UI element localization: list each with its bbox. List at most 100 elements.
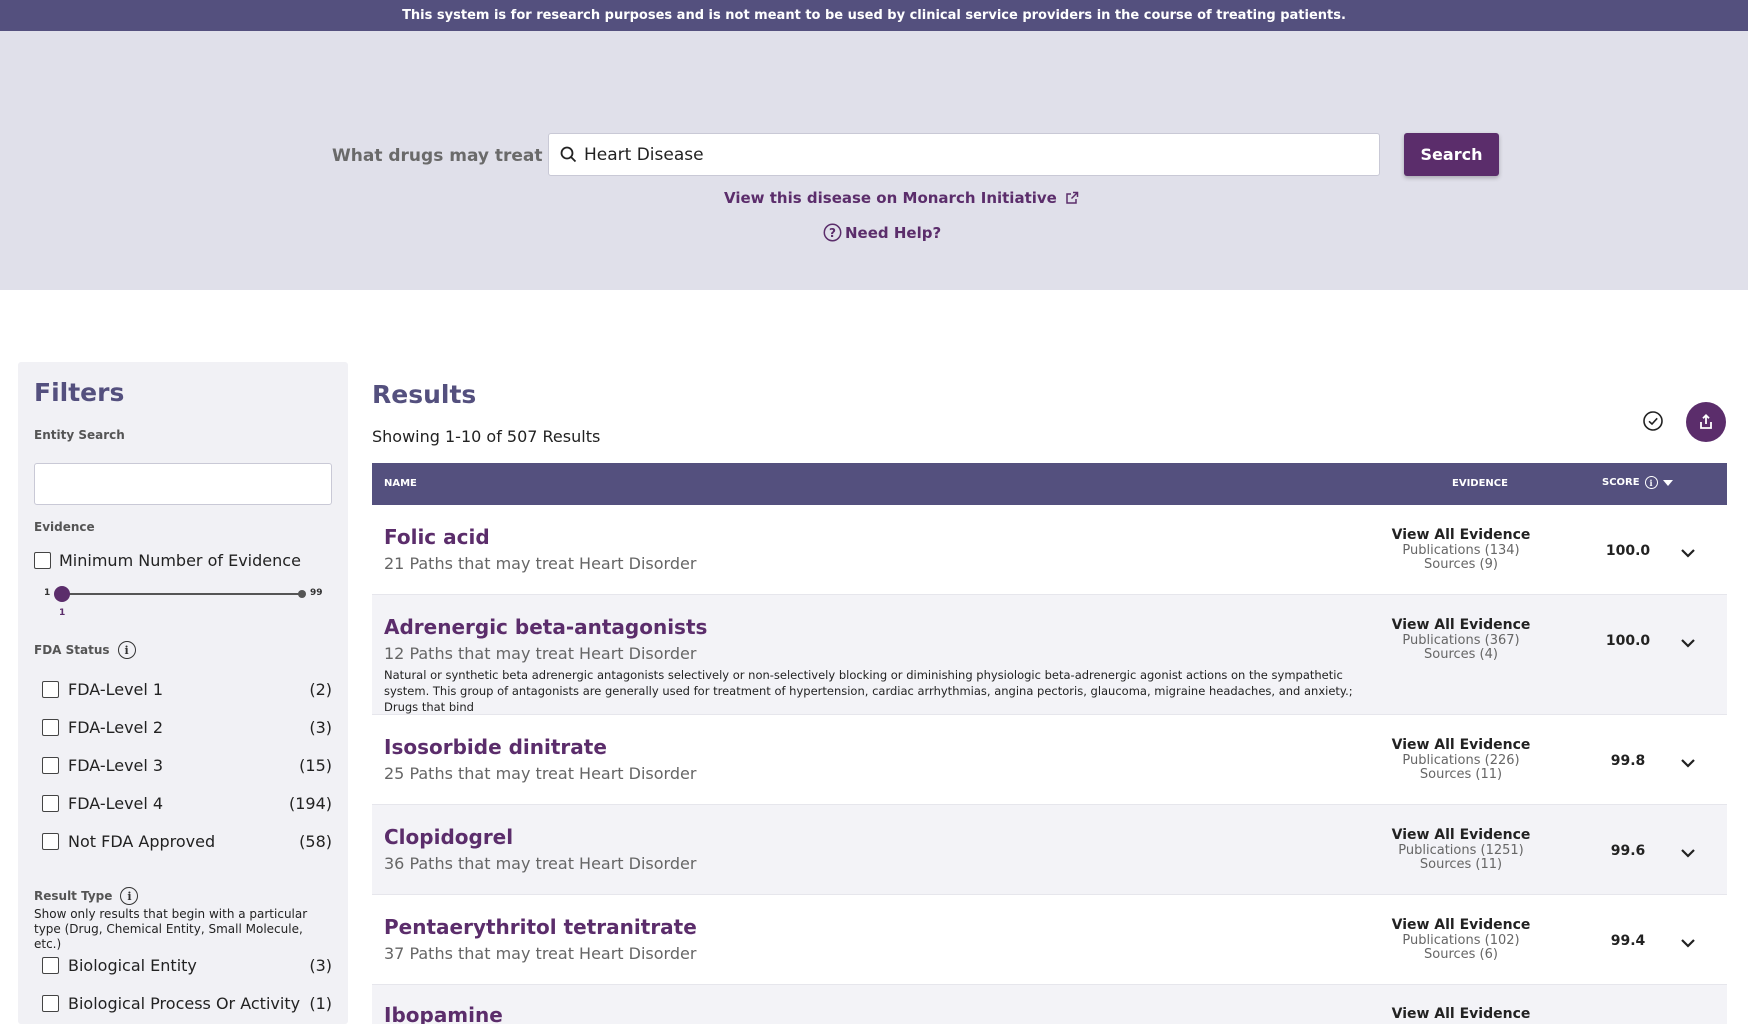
result-name[interactable]: Clopidogrel	[384, 825, 513, 849]
filter-count: (3)	[309, 718, 332, 737]
table-row[interactable]: Adrenergic beta-antagonists 12 Paths tha…	[372, 595, 1727, 715]
chevron-down-icon[interactable]	[1678, 933, 1698, 953]
evidence-slider[interactable]: 1 99 1	[34, 584, 330, 624]
help-link[interactable]: ? Need Help?	[823, 223, 941, 242]
filter-label: Biological Entity	[68, 956, 197, 975]
monarch-link-label: View this disease on Monarch Initiative	[724, 189, 1057, 207]
chevron-down-icon[interactable]	[1678, 753, 1698, 773]
fda-status-heading: FDA Status i	[34, 641, 136, 659]
search-hero: What drugs may treat Search View this di…	[0, 31, 1748, 290]
search-button[interactable]: Search	[1404, 133, 1499, 176]
slider-value-label: 1	[59, 608, 66, 618]
table-row[interactable]: Clopidogrel 36 Paths that may treat Hear…	[372, 805, 1727, 895]
result-name[interactable]: Ibopamine	[384, 1003, 503, 1024]
filter-label: FDA-Level 1	[68, 680, 164, 699]
checkbox-icon	[42, 719, 59, 736]
query-type-label: What drugs may treat	[332, 146, 543, 166]
filter-count: (194)	[288, 794, 332, 813]
result-paths: 36 Paths that may treat Heart Disorder	[384, 854, 697, 873]
search-field[interactable]	[548, 133, 1380, 176]
check-circle-icon[interactable]	[1642, 410, 1664, 432]
filter-label: Not FDA Approved	[68, 832, 216, 851]
filter-count: (58)	[299, 832, 332, 851]
fda-level-3-filter[interactable]: FDA-Level 3 (15)	[42, 756, 332, 775]
fda-level-4-filter[interactable]: FDA-Level 4 (194)	[42, 794, 332, 813]
column-header-evidence[interactable]: EVIDENCE	[1452, 478, 1508, 489]
result-description: Natural or synthetic beta adrenergic ant…	[384, 668, 1353, 714]
table-row[interactable]: Pentaerythritol tetranitrate 37 Paths th…	[372, 895, 1727, 985]
result-type-biological-entity-filter[interactable]: Biological Entity (3)	[42, 956, 332, 975]
sources-count: Sources (6)	[1424, 947, 1498, 962]
checkbox-icon	[42, 795, 59, 812]
chevron-down-icon[interactable]	[1678, 633, 1698, 653]
chevron-down-icon[interactable]	[1678, 543, 1698, 563]
fda-level-2-filter[interactable]: FDA-Level 2 (3)	[42, 718, 332, 737]
search-input[interactable]	[584, 144, 1344, 165]
view-all-evidence-link[interactable]: View All Evidence	[1372, 1007, 1550, 1022]
result-type-label: Result Type	[34, 889, 113, 903]
filters-panel: Filters Entity Search Evidence Minimum N…	[18, 362, 348, 1024]
view-all-evidence-link[interactable]: View All Evidence	[1372, 738, 1550, 753]
slider-handle[interactable]	[54, 586, 70, 602]
monarch-link[interactable]: View this disease on Monarch Initiative	[724, 189, 1079, 207]
column-header-name[interactable]: NAME	[384, 478, 417, 489]
slider-min-label: 1	[44, 588, 51, 598]
evidence-cell: View All Evidence Publications (367) Sou…	[1372, 618, 1550, 663]
entity-search-input[interactable]	[34, 463, 332, 505]
fda-status-label: FDA Status	[34, 643, 110, 657]
result-paths: 21 Paths that may treat Heart Disorder	[384, 554, 697, 573]
sources-count: Sources (4)	[1424, 647, 1498, 662]
min-evidence-checkbox[interactable]: Minimum Number of Evidence	[34, 551, 301, 570]
view-all-evidence-link[interactable]: View All Evidence	[1372, 528, 1550, 543]
column-header-score[interactable]: SCORE i	[1602, 476, 1673, 489]
result-paths: 25 Paths that may treat Heart Disorder	[384, 764, 697, 783]
query-type-select[interactable]: What drugs may treat	[332, 135, 575, 177]
results-table: NAME EVIDENCE SCORE i Folic acid 21 Path…	[372, 463, 1727, 1024]
score-value: 99.6	[1610, 843, 1646, 859]
result-name[interactable]: Adrenergic beta-antagonists	[384, 615, 707, 639]
external-link-icon	[1066, 191, 1079, 204]
filter-count: (2)	[309, 680, 332, 699]
checkbox-icon	[42, 833, 59, 850]
fda-level-1-filter[interactable]: FDA-Level 1 (2)	[42, 680, 332, 699]
table-row[interactable]: Ibopamine View All Evidence	[372, 985, 1727, 1024]
slider-end-dot	[298, 590, 306, 598]
score-value: 99.4	[1610, 933, 1646, 949]
svg-text:?: ?	[829, 226, 836, 240]
disclaimer-banner: This system is for research purposes and…	[0, 0, 1748, 31]
result-name[interactable]: Pentaerythritol tetranitrate	[384, 915, 697, 939]
column-header-score-label: SCORE	[1602, 477, 1640, 488]
info-icon[interactable]: i	[120, 887, 139, 905]
result-name[interactable]: Folic acid	[384, 525, 490, 549]
slider-track[interactable]	[62, 593, 302, 595]
publications-count: Publications (226)	[1402, 752, 1520, 768]
sources-count: Sources (11)	[1419, 857, 1503, 872]
view-all-evidence-link[interactable]: View All Evidence	[1372, 618, 1550, 633]
score-value: 99.8	[1610, 753, 1646, 769]
question-circle-icon: ?	[823, 223, 842, 242]
info-icon[interactable]: i	[117, 641, 136, 659]
info-icon[interactable]: i	[1644, 476, 1658, 489]
help-link-label: Need Help?	[845, 223, 942, 242]
sort-down-icon[interactable]	[1662, 479, 1673, 486]
checkbox-icon	[42, 957, 59, 974]
table-row[interactable]: Isosorbide dinitrate 25 Paths that may t…	[372, 715, 1727, 805]
filter-label: FDA-Level 4	[68, 794, 164, 813]
checkbox-icon	[42, 757, 59, 774]
result-name[interactable]: Isosorbide dinitrate	[384, 735, 607, 759]
search-icon	[558, 145, 578, 165]
filter-count: (1)	[309, 994, 332, 1013]
result-type-biological-process-filter[interactable]: Biological Process Or Activity (1)	[42, 994, 332, 1013]
chevron-down-icon[interactable]	[1678, 843, 1698, 863]
filter-label: FDA-Level 3	[68, 756, 164, 775]
not-fda-approved-filter[interactable]: Not FDA Approved (58)	[42, 832, 332, 851]
evidence-label: Evidence	[34, 520, 95, 534]
view-all-evidence-link[interactable]: View All Evidence	[1372, 828, 1550, 843]
view-all-evidence-link[interactable]: View All Evidence	[1372, 918, 1550, 933]
share-button[interactable]	[1686, 402, 1726, 442]
publications-count: Publications (102)	[1402, 932, 1520, 948]
score-value: 100.0	[1605, 633, 1651, 649]
results-title: Results	[372, 380, 477, 409]
table-row[interactable]: Folic acid 21 Paths that may treat Heart…	[372, 505, 1727, 595]
checkbox-icon	[42, 681, 59, 698]
